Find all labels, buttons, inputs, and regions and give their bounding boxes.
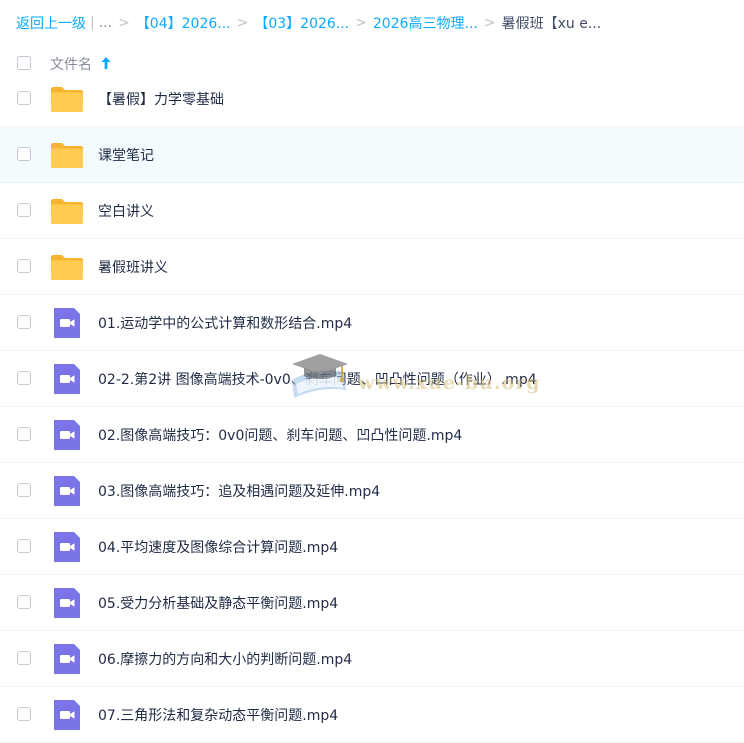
breadcrumb-separator: > [355, 15, 367, 31]
folder-icon [51, 143, 83, 168]
arrow-up-icon[interactable] [100, 55, 112, 71]
breadcrumb-separator: > [236, 15, 249, 31]
breadcrumb-pipe: | [90, 15, 95, 31]
video-file-icon [54, 364, 80, 394]
row-checkbox[interactable] [17, 483, 31, 497]
folder-row[interactable]: 空白讲义 [0, 183, 744, 239]
folder-row[interactable]: 暑假班讲义 [0, 239, 744, 295]
row-checkbox[interactable] [17, 595, 31, 609]
breadcrumb-item[interactable]: 2026高三物理... [373, 13, 478, 33]
row-checkbox[interactable] [17, 707, 31, 721]
file-name[interactable]: 06.摩擦力的方向和大小的判断问题.mp4 [98, 649, 352, 669]
folder-icon [51, 199, 83, 224]
row-checkbox[interactable] [17, 651, 31, 665]
file-name[interactable]: 03.图像高端技巧：追及相遇问题及延伸.mp4 [98, 481, 380, 501]
video-file-icon [54, 532, 80, 562]
file-name[interactable]: 05.受力分析基础及静态平衡问题.mp4 [98, 593, 338, 613]
breadcrumb: 返回上一级 | ... > 【04】2026... > 【03】2026... … [16, 13, 601, 33]
breadcrumb-separator: > [118, 15, 130, 31]
file-name[interactable]: 暑假班讲义 [98, 257, 168, 277]
row-checkbox[interactable] [17, 371, 31, 385]
breadcrumb-item[interactable]: 【03】2026... [254, 13, 349, 33]
file-name[interactable]: 【暑假】力学零基础 [98, 89, 224, 109]
file-row[interactable]: 05.受力分析基础及静态平衡问题.mp4 [0, 575, 744, 631]
file-name[interactable]: 07.三角形法和复杂动态平衡问题.mp4 [98, 705, 338, 725]
file-row[interactable]: 04.平均速度及图像综合计算问题.mp4 [0, 519, 744, 575]
file-name[interactable]: 02.图像高端技巧：0v0问题、刹车问题、凹凸性问题.mp4 [98, 425, 462, 445]
folder-icon [51, 87, 83, 112]
file-row[interactable]: 02.图像高端技巧：0v0问题、刹车问题、凹凸性问题.mp4 [0, 407, 744, 463]
file-row[interactable]: 07.三角形法和复杂动态平衡问题.mp4 [0, 687, 744, 743]
file-name[interactable]: 02-2.第2讲 图像高端技术-0v0、刹车问题、凹凸性问题（作业）.mp4 [98, 369, 537, 389]
video-file-icon [54, 308, 80, 338]
select-all-checkbox[interactable] [17, 56, 31, 70]
file-name[interactable]: 课堂笔记 [98, 145, 154, 165]
folder-row[interactable]: 【暑假】力学零基础 [0, 71, 744, 127]
row-checkbox[interactable] [17, 91, 31, 105]
breadcrumb-item[interactable]: 【04】2026... [136, 13, 231, 33]
video-file-icon [54, 700, 80, 730]
back-link[interactable]: 返回上一级 [16, 13, 86, 33]
file-name[interactable]: 04.平均速度及图像综合计算问题.mp4 [98, 537, 338, 557]
row-checkbox[interactable] [17, 203, 31, 217]
video-file-icon [54, 420, 80, 450]
file-list: 【暑假】力学零基础 课堂笔记空白讲义暑假班讲义 01.运动学中的公式计算和数形结合.… [0, 71, 744, 743]
breadcrumb-ellipsis[interactable]: ... [99, 15, 112, 31]
folder-row[interactable]: 课堂笔记 [0, 127, 744, 183]
file-row[interactable]: 06.摩擦力的方向和大小的判断问题.mp4 [0, 631, 744, 687]
file-row[interactable]: 01.运动学中的公式计算和数形结合.mp4 [0, 295, 744, 351]
row-checkbox[interactable] [17, 427, 31, 441]
row-checkbox[interactable] [17, 147, 31, 161]
breadcrumb-current: 暑假班【xu e... [501, 16, 602, 32]
video-file-icon [54, 644, 80, 674]
file-name[interactable]: 01.运动学中的公式计算和数形结合.mp4 [98, 313, 352, 333]
video-file-icon [54, 588, 80, 618]
folder-icon [51, 255, 83, 280]
file-row[interactable]: 02-2.第2讲 图像高端技术-0v0、刹车问题、凹凸性问题（作业）.mp4 [0, 351, 744, 407]
file-name[interactable]: 空白讲义 [98, 201, 154, 221]
video-file-icon [54, 476, 80, 506]
row-checkbox[interactable] [17, 539, 31, 553]
row-checkbox[interactable] [17, 259, 31, 273]
breadcrumb-separator: > [483, 15, 496, 31]
row-checkbox[interactable] [17, 315, 31, 329]
file-row[interactable]: 03.图像高端技巧：追及相遇问题及延伸.mp4 [0, 463, 744, 519]
